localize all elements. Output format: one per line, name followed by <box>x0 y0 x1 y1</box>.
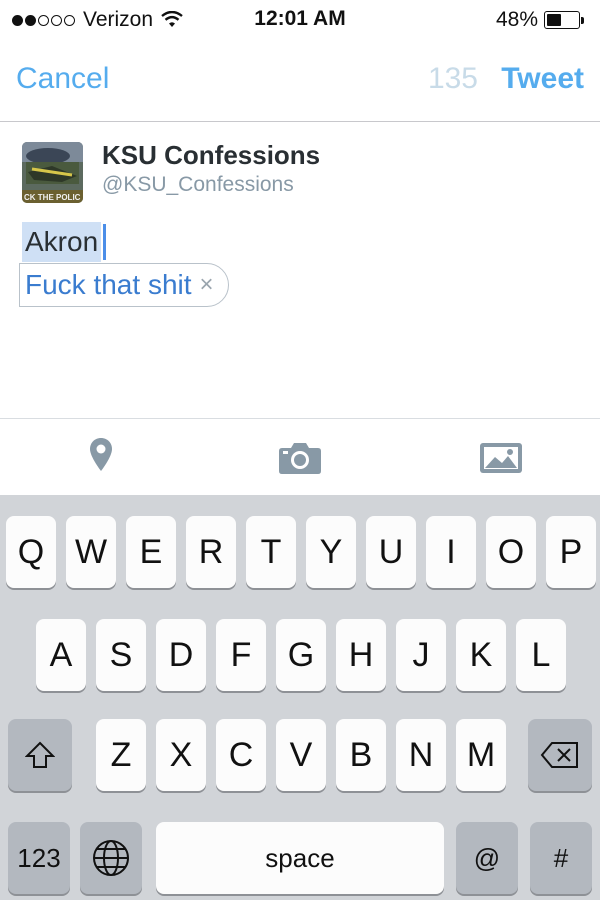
avatar-caption: CK THE POLIC <box>24 193 81 202</box>
key-i[interactable]: I <box>426 516 476 588</box>
photo-library-icon[interactable] <box>479 442 523 474</box>
key-l[interactable]: L <box>516 619 566 691</box>
battery-icon <box>544 10 586 30</box>
battery-percentage: 48% <box>495 8 538 31</box>
key-m[interactable]: M <box>456 719 506 791</box>
key-r[interactable]: R <box>186 516 236 588</box>
key-b[interactable]: B <box>336 719 386 791</box>
keyboard: QWERTYUIOP ASDFGHJKL ZXCVBNM 123 space @… <box>0 495 600 900</box>
space-key[interactable]: space <box>156 822 444 894</box>
compose-toolbar <box>0 418 600 496</box>
key-o[interactable]: O <box>486 516 536 588</box>
tweet-button[interactable]: Tweet <box>501 62 584 96</box>
shift-key[interactable] <box>8 719 72 791</box>
compose-nav-bar: Cancel 135 Tweet <box>0 40 600 122</box>
key-y[interactable]: Y <box>306 516 356 588</box>
close-icon[interactable]: × <box>200 271 214 299</box>
battery-info: 48% <box>496 8 586 32</box>
numbers-key[interactable]: 123 <box>8 822 70 894</box>
backspace-icon <box>540 742 578 768</box>
camera-icon[interactable] <box>278 441 322 475</box>
key-p[interactable]: P <box>546 516 596 588</box>
status-bar: Verizon 12:01 AM 48% <box>0 0 600 40</box>
key-z[interactable]: Z <box>96 719 146 791</box>
character-count: 135 <box>427 62 478 95</box>
key-v[interactable]: V <box>276 719 326 791</box>
globe-icon <box>93 840 129 876</box>
globe-key[interactable] <box>80 822 142 894</box>
key-g[interactable]: G <box>276 619 326 691</box>
key-s[interactable]: S <box>96 619 146 691</box>
text-cursor <box>103 224 106 260</box>
avatar: CK THE POLIC <box>22 142 83 203</box>
compose-text-input[interactable]: Akron <box>22 222 102 262</box>
key-a[interactable]: A <box>36 619 86 691</box>
key-x[interactable]: X <box>156 719 206 791</box>
hash-key[interactable]: # <box>530 822 592 894</box>
key-t[interactable]: T <box>246 516 296 588</box>
key-k[interactable]: K <box>456 619 506 691</box>
cancel-button[interactable]: Cancel <box>16 62 109 96</box>
key-j[interactable]: J <box>396 619 446 691</box>
key-n[interactable]: N <box>396 719 446 791</box>
key-c[interactable]: C <box>216 719 266 791</box>
account-handle: @KSU_Confessions <box>102 173 294 196</box>
key-f[interactable]: F <box>216 619 266 691</box>
shift-icon <box>25 741 55 768</box>
key-d[interactable]: D <box>156 619 206 691</box>
autocorrect-suggestion[interactable]: Fuck that shit × <box>19 263 229 307</box>
key-q[interactable]: Q <box>6 516 56 588</box>
key-w[interactable]: W <box>66 516 116 588</box>
at-key[interactable]: @ <box>456 822 518 894</box>
key-u[interactable]: U <box>366 516 416 588</box>
key-e[interactable]: E <box>126 516 176 588</box>
account-name: KSU Confessions <box>102 140 321 170</box>
suggestion-text: Fuck that shit <box>25 269 192 300</box>
backspace-key[interactable] <box>528 719 592 791</box>
key-h[interactable]: H <box>336 619 386 691</box>
location-pin-icon[interactable] <box>89 437 113 473</box>
